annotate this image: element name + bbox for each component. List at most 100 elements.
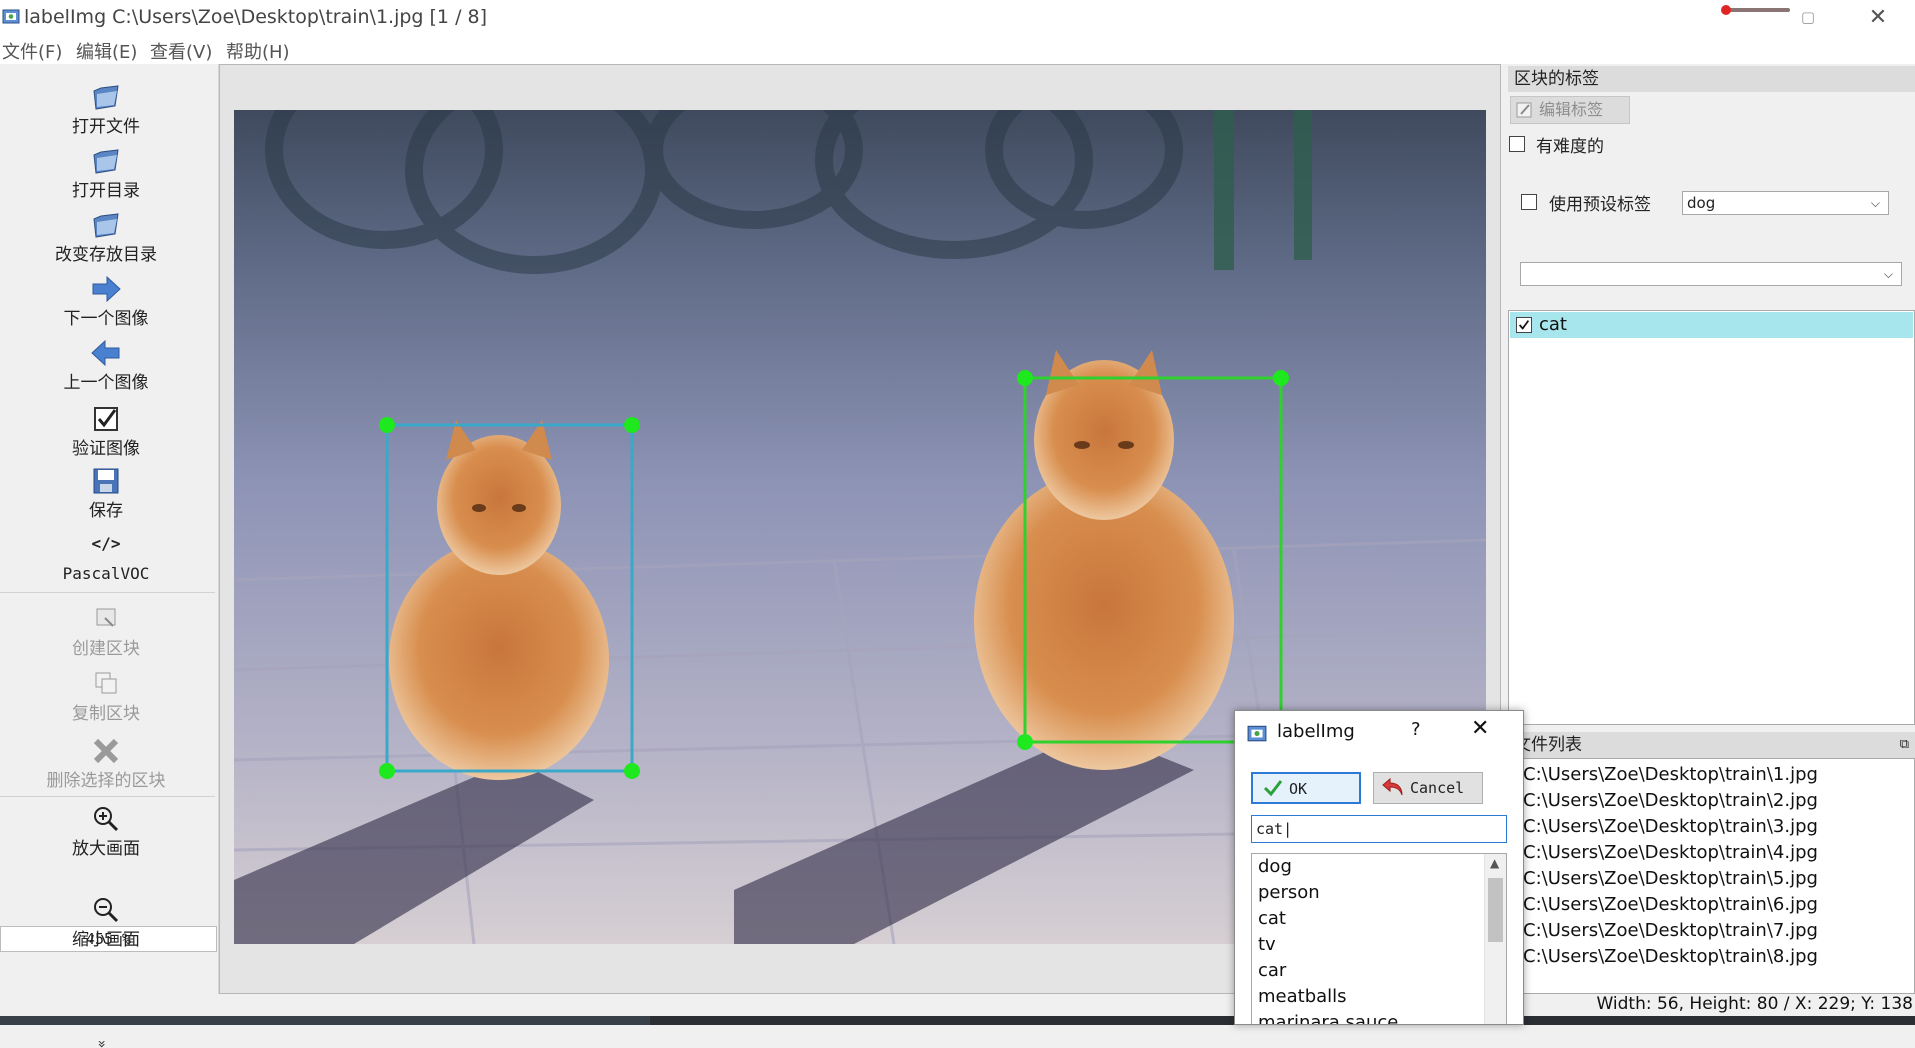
labelimg-app-icon (1247, 725, 1267, 742)
scroll-up-icon[interactable]: ▲ (1490, 856, 1499, 870)
label-name-input[interactable]: cat| (1251, 815, 1507, 843)
format-label: PascalVOC (62, 564, 150, 583)
bbox-handle[interactable] (624, 763, 640, 779)
create-box-icon (96, 608, 116, 627)
save-button[interactable]: 保存 (0, 462, 212, 522)
delete-box-button[interactable]: 删除选择的区块 (0, 732, 212, 792)
open-dir-button[interactable]: 打开目录 (0, 142, 212, 202)
undock-icon[interactable]: ⧉ (1900, 732, 1909, 758)
menu-file[interactable]: 文件(F) (2, 38, 62, 64)
scroll-thumb[interactable] (1488, 878, 1503, 942)
file-list-item[interactable]: C:\Users\Zoe\Desktop\train\3.jpg (1523, 816, 1818, 837)
menu-help[interactable]: 帮助(H) (226, 38, 290, 64)
bbox-handle[interactable] (379, 763, 395, 779)
edit-label-button[interactable]: 编辑标签 (1510, 96, 1630, 124)
toolbar: 打开文件 打开目录 改变存放目录 下一个图像 上一个图像 验证图像 保存 </>… (0, 64, 219, 1048)
taskbar-segment (0, 1016, 650, 1025)
file-list-item[interactable]: C:\Users\Zoe\Desktop\train\5.jpg (1523, 868, 1818, 889)
default-label-value: dog (1687, 194, 1716, 212)
change-save-dir-button[interactable]: 改变存放目录 (0, 206, 212, 266)
file-list-title: 文件列表 (1514, 735, 1582, 755)
folder-open-icon (93, 213, 119, 238)
verify-image-label: 验证图像 (72, 439, 140, 459)
label-filter-select[interactable]: ⌵ (1520, 262, 1902, 286)
file-list-item[interactable]: C:\Users\Zoe\Desktop\train\7.jpg (1523, 920, 1818, 941)
box-labels-dock-title: 区块的标签 (1508, 66, 1915, 92)
use-default-label-checkbox[interactable] (1521, 194, 1537, 210)
open-file-button[interactable]: 打开文件 (0, 78, 212, 138)
duplicate-box-label: 复制区块 (72, 704, 140, 724)
open-file-label: 打开文件 (72, 117, 140, 137)
ok-button[interactable]: OK (1251, 772, 1361, 804)
dialog-close-button[interactable]: ✕ (1471, 716, 1489, 741)
maximize-button[interactable]: ▢ (1785, 0, 1831, 34)
duplicate-icon (95, 672, 117, 694)
toolbar-divider (0, 592, 215, 593)
help-button[interactable]: ? (1411, 719, 1421, 740)
zoom-out-button[interactable]: 缩小画面 (0, 891, 212, 951)
create-box-button[interactable]: 创建区块 (0, 600, 212, 660)
zoom-in-label: 放大画面 (72, 839, 140, 859)
default-label-select[interactable]: dog ⌵ (1682, 191, 1889, 215)
file-list-item[interactable]: C:\Users\Zoe\Desktop\train\2.jpg (1523, 790, 1818, 811)
label-options-list: dog person cat tv car meatballs marinara… (1251, 853, 1507, 1024)
toolbar-divider (0, 796, 215, 797)
title-bar: labelImg C:\Users\Zoe\Desktop\train\1.jp… (0, 0, 1915, 34)
file-list-item[interactable]: C:\Users\Zoe\Desktop\train\4.jpg (1523, 842, 1818, 863)
label-list: cat (1508, 310, 1915, 725)
checkbox-checked-icon (94, 407, 118, 431)
toolbar-more-icon[interactable]: » (93, 1040, 109, 1048)
label-item-checkbox[interactable] (1516, 317, 1532, 333)
verify-image-button[interactable]: 验证图像 (0, 400, 212, 460)
file-list-item[interactable]: C:\Users\Zoe\Desktop\train\1.jpg (1523, 764, 1818, 785)
label-option[interactable]: cat (1258, 908, 1286, 929)
edit-label-text: 编辑标签 (1539, 100, 1604, 119)
duplicate-box-button[interactable]: 复制区块 (0, 665, 212, 725)
label-option[interactable]: person (1258, 882, 1320, 903)
menu-view[interactable]: 查看(V) (150, 38, 212, 64)
delete-x-icon (93, 738, 119, 764)
file-list-item[interactable]: C:\Users\Zoe\Desktop\train\6.jpg (1523, 894, 1818, 915)
difficult-label: 有难度的 (1536, 137, 1604, 157)
prev-image-label: 上一个图像 (63, 373, 149, 393)
difficult-checkbox[interactable] (1509, 136, 1525, 152)
prev-image-button[interactable]: 上一个图像 (0, 334, 212, 394)
code-icon: </> (91, 534, 121, 553)
window-title: labelImg C:\Users\Zoe\Desktop\train\1.jp… (24, 6, 488, 28)
change-save-dir-label: 改变存放目录 (55, 245, 157, 265)
box-labels-title: 区块的标签 (1514, 69, 1599, 89)
close-window-button[interactable]: ✕ (1855, 0, 1901, 34)
chevron-down-icon: ⌵ (1883, 267, 1893, 281)
folder-open-icon (93, 85, 119, 110)
bbox-handle[interactable] (379, 417, 395, 433)
status-text: Width: 56, Height: 80 / X: 229; Y: 138 (1596, 994, 1913, 1014)
menu-edit[interactable]: 编辑(E) (76, 38, 137, 64)
chevron-down-icon: ⌵ (1870, 196, 1880, 210)
bbox-handle[interactable] (1273, 370, 1289, 386)
label-item-text: cat (1539, 314, 1567, 335)
undo-arrow-icon (1382, 777, 1403, 796)
label-option[interactable]: car (1258, 960, 1286, 981)
status-bar: Width: 56, Height: 80 / X: 229; Y: 138 (0, 994, 1915, 1016)
next-image-button[interactable]: 下一个图像 (0, 270, 212, 330)
arrow-left-icon (91, 339, 120, 367)
arrow-right-icon (92, 275, 121, 303)
label-list-item[interactable]: cat (1510, 312, 1913, 338)
bbox-handle[interactable] (1017, 370, 1033, 386)
label-option[interactable]: meatballs (1258, 986, 1347, 1007)
label-dialog: labelImg ? ✕ OK Cancel cat| dog person c… (1234, 710, 1524, 1025)
bbox-handle[interactable] (624, 417, 640, 433)
label-option[interactable]: marinara sauce (1258, 1012, 1398, 1024)
zoom-in-button[interactable]: 放大画面 (0, 800, 212, 860)
format-toggle-button[interactable]: </> PascalVOC (0, 532, 212, 592)
cancel-label: Cancel (1410, 779, 1465, 797)
label-option[interactable]: tv (1258, 934, 1276, 955)
options-scrollbar[interactable]: ▲ (1484, 854, 1506, 1024)
file-list-item[interactable]: C:\Users\Zoe\Desktop\train\8.jpg (1523, 946, 1818, 967)
bbox-handle[interactable] (1017, 734, 1033, 750)
ok-label: OK (1289, 780, 1308, 798)
cancel-button[interactable]: Cancel (1373, 772, 1483, 804)
folder-open-icon (93, 149, 119, 174)
checkmark-icon (1263, 780, 1283, 797)
label-option[interactable]: dog (1258, 856, 1292, 877)
